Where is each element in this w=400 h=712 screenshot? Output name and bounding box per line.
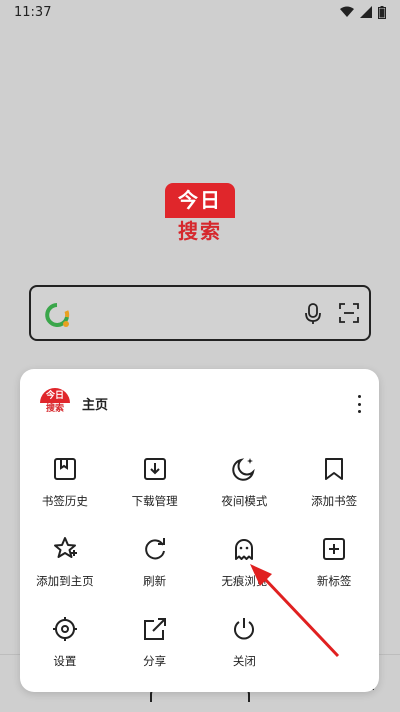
status-icons xyxy=(340,5,386,19)
menu-item-label: 添加到主页 xyxy=(36,574,94,588)
status-bar: 11:37 xyxy=(0,0,400,24)
menu-item-download-manager[interactable]: 下载管理 xyxy=(110,451,200,531)
incognito-icon xyxy=(235,539,254,560)
menu-item-add-to-home[interactable]: 添加到主页 xyxy=(20,531,110,611)
status-time: 11:37 xyxy=(14,4,52,20)
menu-logo-top: 今日 xyxy=(40,388,70,403)
annotation-arrow-icon xyxy=(250,564,340,658)
refresh-icon xyxy=(144,538,165,560)
menu-item-refresh[interactable]: 刷新 xyxy=(110,531,200,611)
bookmark-history-icon xyxy=(53,458,76,480)
logo-text-top: 今日 xyxy=(165,183,235,218)
menu-item-label: 下载管理 xyxy=(131,494,178,508)
menu-item-bookmark-history[interactable]: 书签历史 xyxy=(20,451,110,531)
night-mode-icon xyxy=(232,458,256,481)
menu-item-share[interactable]: 分享 xyxy=(110,611,200,691)
menu-title: 主页 xyxy=(82,397,109,413)
menu-item-settings[interactable]: 设置 xyxy=(20,611,110,691)
microphone-icon[interactable] xyxy=(303,302,323,326)
more-options-icon[interactable] xyxy=(353,395,365,413)
add-bookmark-icon xyxy=(325,458,344,480)
battery-icon xyxy=(378,5,386,19)
menu-item-label: 设置 xyxy=(53,654,77,668)
menu-item-label: 书签历史 xyxy=(41,494,88,508)
menu-item-night-mode[interactable]: 夜间模式 xyxy=(200,451,290,531)
menu-item-label: 刷新 xyxy=(143,574,167,588)
search-box[interactable] xyxy=(29,285,371,341)
share-icon xyxy=(143,618,166,640)
wifi-icon xyxy=(340,6,354,17)
menu-item-label: 添加书签 xyxy=(311,494,358,508)
menu-item-label: 夜间模式 xyxy=(221,494,268,508)
menu-logo-bottom: 搜索 xyxy=(45,404,64,414)
menu-item-label: 分享 xyxy=(143,654,167,668)
menu-item-add-bookmark[interactable]: 添加书签 xyxy=(289,451,379,531)
menu-logo: 今日 搜索 xyxy=(40,388,70,418)
cellular-signal-icon xyxy=(360,6,372,18)
settings-icon xyxy=(52,617,77,641)
add-to-home-icon xyxy=(53,537,77,558)
app-logo: 今日 搜索 xyxy=(165,183,235,245)
scan-icon[interactable] xyxy=(339,303,359,323)
search-input[interactable] xyxy=(79,301,279,325)
search-engine-logo-icon xyxy=(45,303,70,327)
new-tab-icon xyxy=(323,538,346,560)
logo-text-bottom: 搜索 xyxy=(178,219,222,243)
menu-header: 今日 搜索 主页 xyxy=(40,387,108,419)
download-icon xyxy=(143,458,166,480)
